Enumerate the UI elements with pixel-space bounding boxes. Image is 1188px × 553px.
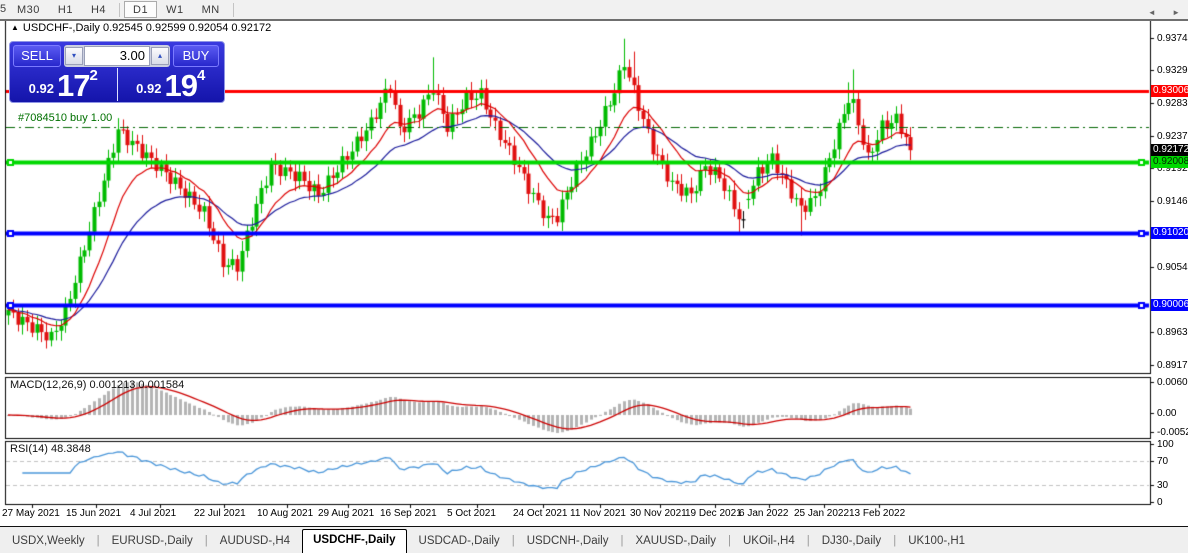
timeframe-button-partial[interactable]: 5 bbox=[0, 1, 8, 18]
tab-scroll-arrows: ◄ ► bbox=[1134, 8, 1180, 17]
chart-tab-audusd-h4[interactable]: AUDUSD-,H4 bbox=[208, 531, 302, 553]
macd-indicator-label: MACD(12,26,9) 0.001213 0.001584 bbox=[10, 379, 185, 391]
arrow-down-icon: ▾ bbox=[71, 50, 76, 60]
macd-tick-label: 0.00 bbox=[1157, 408, 1177, 419]
date-label: 4 Jul 2021 bbox=[130, 508, 177, 519]
price-badge: 0.91020 bbox=[1151, 227, 1188, 239]
one-click-trading-panel: SELL ▾ ▴ BUY 0.92 17 2 0.92 19 4 bbox=[9, 41, 225, 103]
chart-title: ▲ USDCHF-,Daily 0.92545 0.92599 0.92054 0… bbox=[11, 22, 271, 34]
date-label: 11 Nov 2021 bbox=[570, 508, 626, 519]
price-badge: 0.93006 bbox=[1151, 85, 1188, 97]
chart-tab-ukoil-h4[interactable]: UKOil-,H4 bbox=[731, 531, 807, 553]
sell-price[interactable]: 0.92 17 2 bbox=[10, 68, 117, 101]
date-label: 30 Nov 2021 bbox=[630, 508, 687, 519]
date-label: 13 Feb 2022 bbox=[849, 508, 906, 519]
date-label: 25 Jan 2022 bbox=[794, 508, 850, 519]
sell-price-big: 17 bbox=[56, 68, 90, 103]
chart-tab-dj30-daily[interactable]: DJ30-,Daily bbox=[810, 531, 893, 553]
volume-increase-button[interactable]: ▴ bbox=[151, 46, 169, 65]
date-label: 24 Oct 2021 bbox=[513, 508, 568, 519]
chart-tab-usdchf-daily[interactable]: USDCHF-,Daily bbox=[302, 529, 407, 553]
arrow-up-icon: ▴ bbox=[157, 50, 162, 60]
open-order-label: #7084510 buy 1.00 bbox=[18, 112, 113, 124]
chart-tab-xauusd-daily[interactable]: XAUUSD-,Daily bbox=[623, 531, 728, 553]
price-badge: 0.92172 bbox=[1151, 144, 1188, 156]
timeframe-button-h1[interactable]: H1 bbox=[49, 1, 82, 18]
collapse-triangle-icon[interactable]: ▲ bbox=[11, 23, 19, 32]
macd-tick-label: 0.006038 bbox=[1157, 377, 1188, 388]
trade-panel-prices: 0.92 17 2 0.92 19 4 bbox=[10, 68, 224, 101]
chart-tab-eurusd-daily[interactable]: EURUSD-,Daily bbox=[100, 531, 205, 553]
sell-button[interactable]: SELL bbox=[13, 44, 61, 67]
date-label: 19 Dec 2021 bbox=[685, 508, 742, 519]
price-badge: 0.90006 bbox=[1151, 299, 1188, 311]
volume-spinner: ▾ ▴ bbox=[64, 44, 170, 67]
buy-price-big: 19 bbox=[164, 68, 197, 103]
buy-button[interactable]: BUY bbox=[173, 44, 219, 67]
rsi-tick-label: 70 bbox=[1157, 456, 1169, 468]
timeframe-button-mn[interactable]: MN bbox=[193, 1, 229, 18]
date-label: 10 Aug 2021 bbox=[257, 508, 314, 519]
date-label: 15 Jun 2021 bbox=[66, 508, 122, 519]
tab-scroll-left-icon[interactable]: ◄ bbox=[1148, 8, 1156, 17]
sell-price-base: 0.92 bbox=[28, 81, 54, 96]
date-label: 22 Jul 2021 bbox=[194, 508, 246, 519]
chart-tabs-bar: USDX,Weekly | EURUSD-,Daily | AUDUSD-,H4 USDC… bbox=[0, 526, 1188, 553]
buy-price[interactable]: 0.92 19 4 bbox=[116, 67, 225, 103]
chart-title-text: USDCHF-,Daily 0.92545 0.92599 0.92054 0.… bbox=[22, 22, 272, 34]
tab-scroll-right-icon[interactable]: ► bbox=[1172, 8, 1180, 17]
price-tick-label: 0.90540 bbox=[1157, 261, 1188, 273]
sell-price-pip: 2 bbox=[89, 67, 98, 84]
date-label: 29 Aug 2021 bbox=[318, 508, 375, 519]
timeframe-button-w1[interactable]: W1 bbox=[157, 1, 193, 18]
volume-decrease-button[interactable]: ▾ bbox=[65, 46, 83, 65]
date-label: 6 Jan 2022 bbox=[739, 508, 789, 519]
date-label: 16 Sep 2021 bbox=[380, 508, 437, 519]
buy-price-pip: 4 bbox=[196, 67, 206, 84]
chart-tab-uk100-h1[interactable]: UK100-,H1 bbox=[896, 531, 977, 553]
price-tick-label: 0.91460 bbox=[1157, 196, 1188, 208]
price-tick-label: 0.93290 bbox=[1157, 65, 1188, 77]
rsi-tick-label: 0 bbox=[1157, 497, 1163, 508]
rsi-tick-label: 30 bbox=[1157, 479, 1169, 491]
date-label: 5 Oct 2021 bbox=[447, 508, 496, 519]
price-tick-label: 0.89170 bbox=[1157, 359, 1188, 371]
volume-input[interactable] bbox=[84, 45, 150, 66]
price-tick-label: 0.92830 bbox=[1157, 98, 1188, 110]
toolbar-separator bbox=[232, 2, 234, 17]
price-tick-label: 0.92370 bbox=[1157, 131, 1188, 143]
timeframe-toolbar: 5 M30 H1 H4 D1 W1 MN bbox=[0, 0, 1188, 21]
chart-tab-usdx-weekly[interactable]: USDX,Weekly bbox=[0, 531, 97, 553]
timeframe-button-m30[interactable]: M30 bbox=[8, 1, 49, 18]
price-tick-label: 0.93740 bbox=[1157, 33, 1188, 44]
price-tick-label: 0.89630 bbox=[1157, 327, 1188, 339]
price-badge: 0.92008 bbox=[1151, 156, 1188, 168]
toolbar-separator bbox=[119, 2, 121, 17]
chart-tab-usdcad-daily[interactable]: USDCAD-,Daily bbox=[407, 531, 512, 553]
macd-tick-label: -0.00522 bbox=[1157, 427, 1188, 438]
trade-panel-controls: SELL ▾ ▴ BUY bbox=[10, 42, 224, 68]
buy-price-base: 0.92 bbox=[136, 81, 162, 96]
chart-tab-usdcnh-daily[interactable]: USDCNH-,Daily bbox=[515, 531, 621, 553]
timeframe-button-h4[interactable]: H4 bbox=[82, 1, 115, 18]
date-label: 27 May 2021 bbox=[2, 508, 60, 519]
rsi-tick-label: 100 bbox=[1157, 439, 1174, 450]
rsi-indicator-label: RSI(14) 48.3848 bbox=[10, 443, 91, 455]
timeframe-button-d1[interactable]: D1 bbox=[124, 1, 158, 18]
